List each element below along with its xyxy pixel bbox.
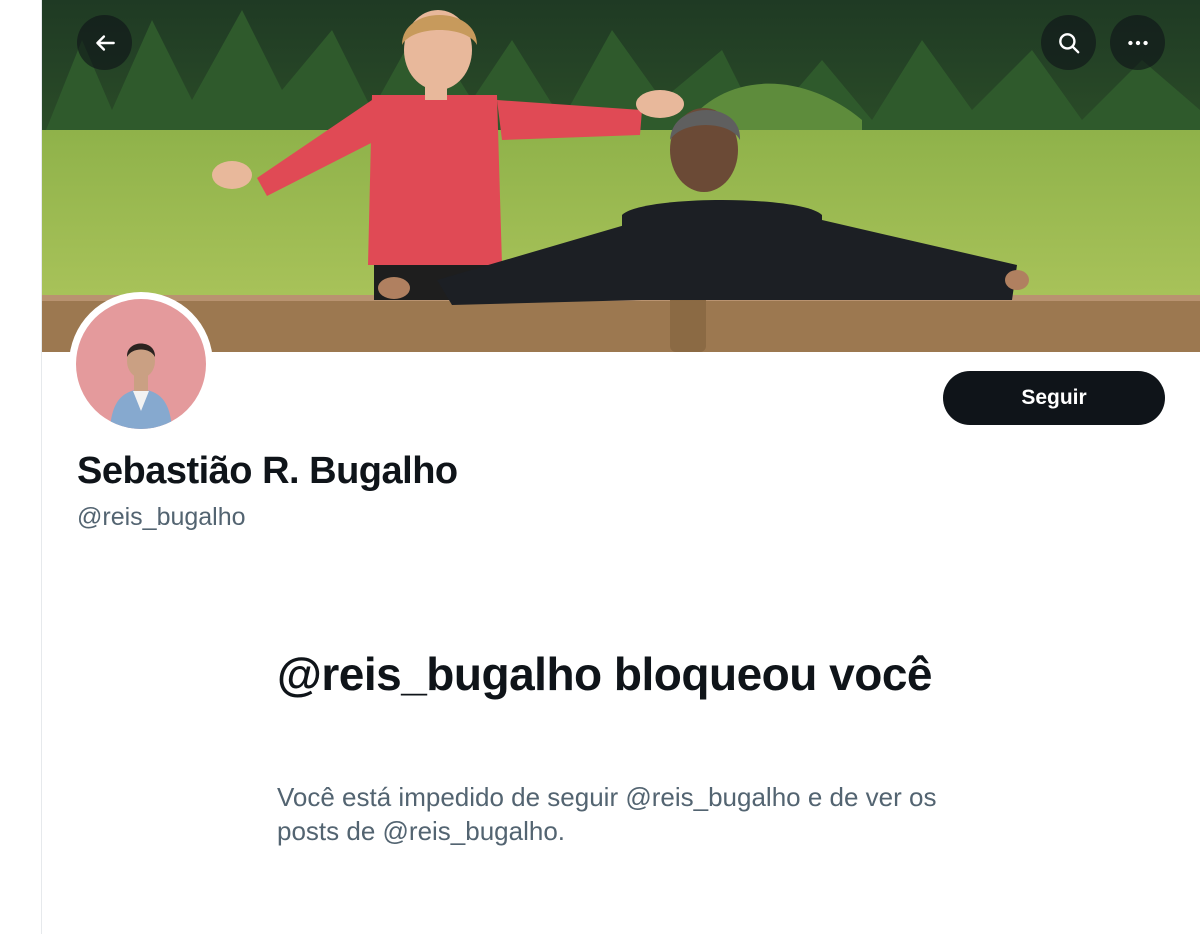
avatar[interactable] [69, 292, 213, 436]
search-icon [1058, 32, 1079, 53]
profile-display-name: Sebastião R. Bugalho [77, 450, 458, 492]
profile-handle: @reis_bugalho [77, 503, 246, 531]
profile-banner[interactable] [42, 0, 1200, 352]
back-button[interactable] [77, 15, 132, 70]
arrow-left-icon [95, 34, 115, 51]
more-button[interactable] [1110, 15, 1165, 70]
blocked-title: @reis_bugalho bloqueou você [277, 648, 933, 700]
more-horizontal-icon [1127, 40, 1148, 45]
banner-photo [42, 0, 1200, 352]
avatar-photo [76, 299, 206, 429]
follow-button[interactable]: Seguir [943, 371, 1165, 425]
blocked-description: Você está impedido de seguir @reis_bugal… [277, 782, 937, 846]
search-button[interactable] [1041, 15, 1096, 70]
